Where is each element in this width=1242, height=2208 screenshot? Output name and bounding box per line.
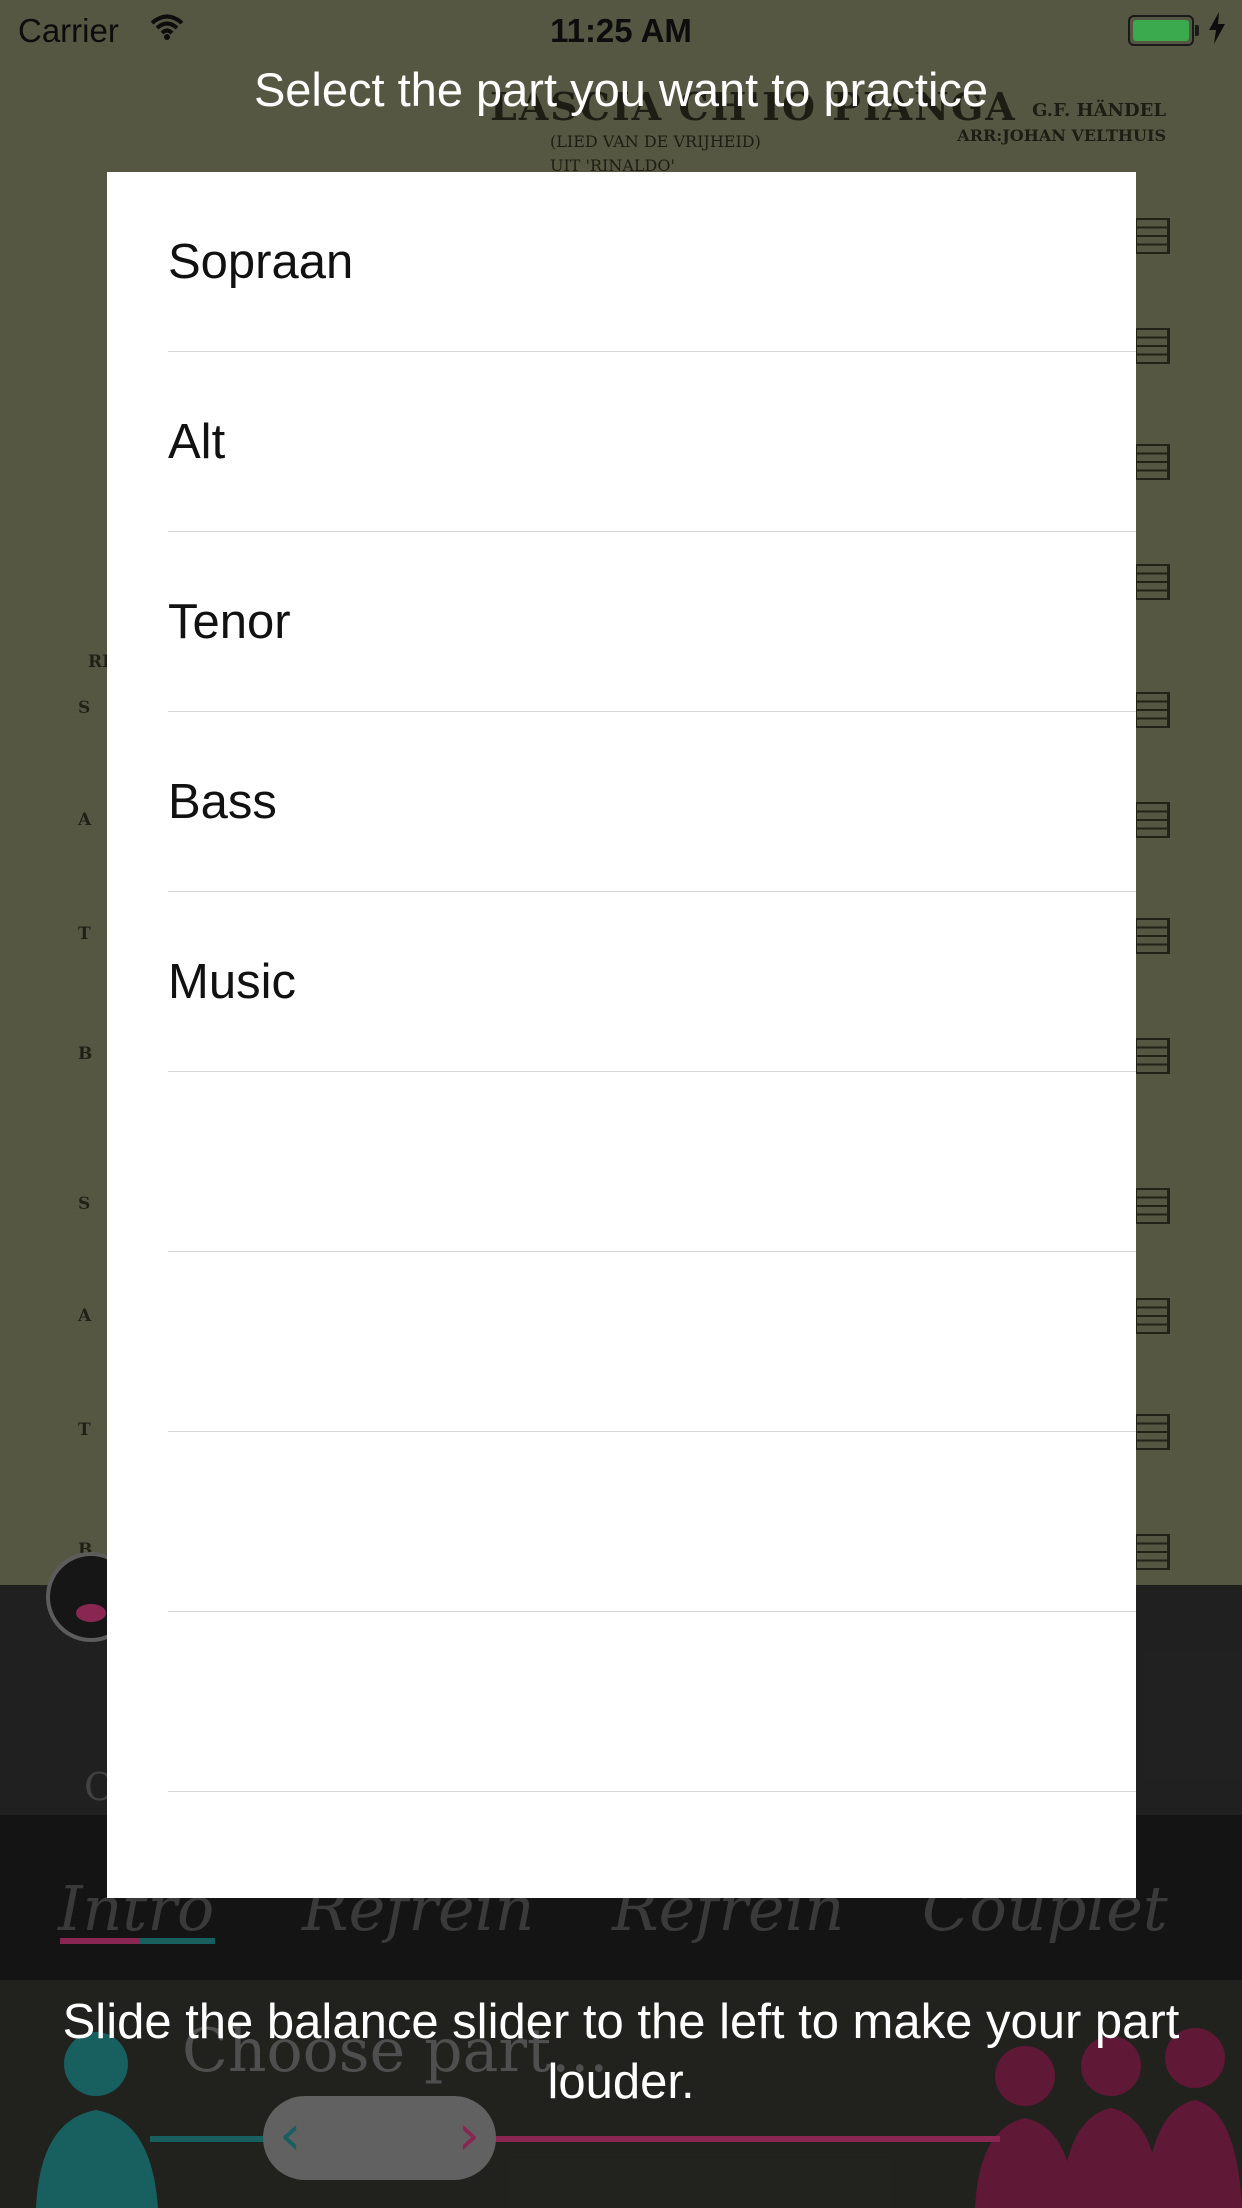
part-row-music[interactable]: Music	[107, 892, 1136, 1072]
part-row-empty	[107, 1072, 1136, 1252]
balance-hint: Slide the balance slider to the left to …	[62, 1995, 1180, 2109]
part-row-empty	[107, 1432, 1136, 1612]
part-label: Sopraan	[168, 235, 354, 289]
part-row-empty	[107, 1792, 1136, 1898]
part-label: Tenor	[168, 595, 291, 649]
part-label: Bass	[168, 775, 277, 829]
screen: LASCIA CH'IO PIANGA (LIED VAN DE VRIJHEI…	[0, 0, 1242, 2208]
modal-title: Select the part you want to practice	[253, 63, 989, 116]
part-label: Alt	[168, 415, 226, 469]
part-row-sopraan[interactable]: Sopraan	[107, 172, 1136, 352]
part-row-bass[interactable]: Bass	[107, 712, 1136, 892]
parts-list: Sopraan Alt Tenor Bass Music	[107, 172, 1136, 1898]
part-row-alt[interactable]: Alt	[107, 352, 1136, 532]
part-label: Music	[168, 955, 296, 1009]
part-row-empty	[107, 1252, 1136, 1432]
part-row-empty	[107, 1612, 1136, 1792]
part-row-tenor[interactable]: Tenor	[107, 532, 1136, 712]
